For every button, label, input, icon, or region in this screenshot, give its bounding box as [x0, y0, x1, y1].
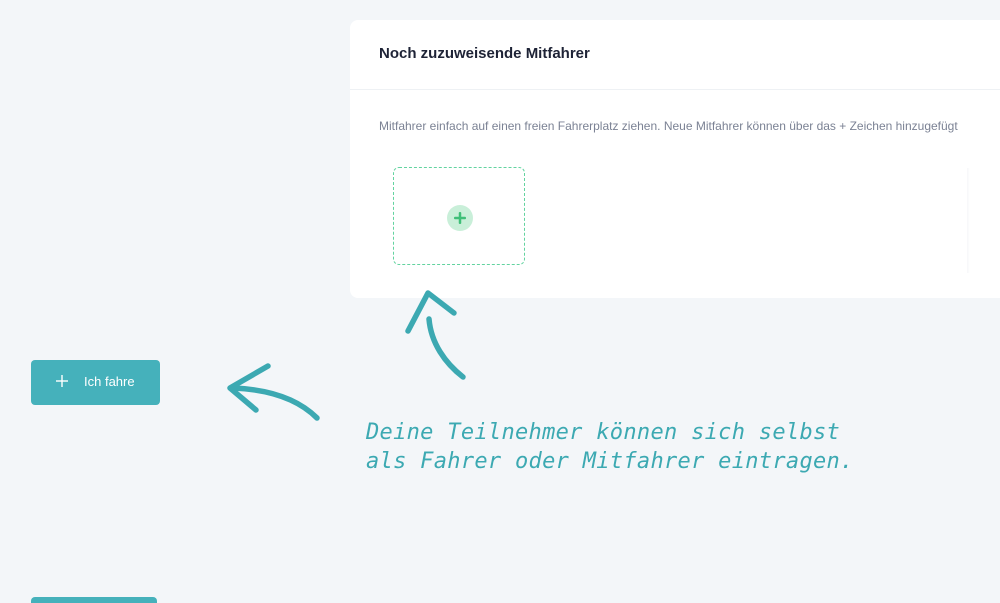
add-passenger-slot[interactable] — [393, 167, 525, 265]
panel-header: Noch zuzuweisende Mitfahrer — [350, 20, 1000, 90]
plus-circle-icon — [447, 205, 473, 231]
i-drive-label: Ich fahre — [84, 374, 135, 389]
panel-hint: Mitfahrer einfach auf einen freien Fahre… — [379, 119, 958, 133]
plus-icon — [56, 375, 68, 387]
annotation-line-2: als Fahrer oder Mitfahrer eintragen. — [366, 449, 854, 474]
unassigned-passengers-panel: Noch zuzuweisende Mitfahrer Mitfahrer ei… — [350, 20, 1000, 298]
arrow-left-icon — [227, 363, 320, 421]
handwritten-annotation: Deine Teilnehmer können sich selbst als … — [366, 418, 854, 476]
annotation-line-1: Deine Teilnehmer können sich selbst — [366, 420, 841, 445]
arrow-up-icon — [405, 290, 466, 380]
i-drive-button[interactable]: Ich fahre — [31, 360, 160, 405]
next-button-partial[interactable] — [31, 597, 157, 603]
panel-title: Noch zuzuweisende Mitfahrer — [379, 45, 590, 62]
driver-slot-edge — [967, 168, 970, 273]
